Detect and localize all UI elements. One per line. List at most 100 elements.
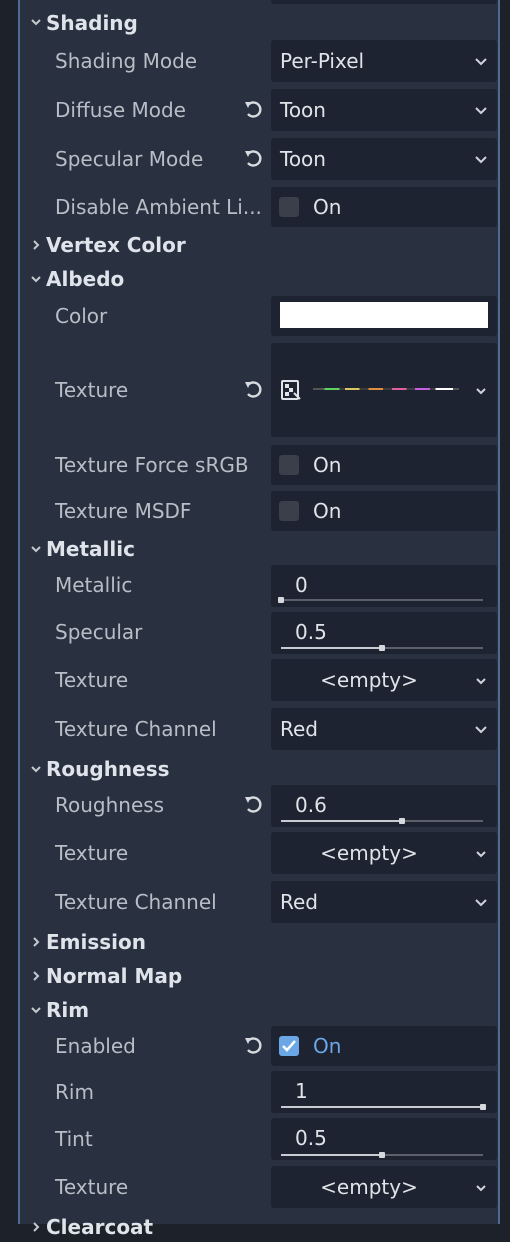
chevron-down-icon: [31, 546, 41, 553]
checkbox-box: [279, 197, 299, 217]
checkmark-icon: [282, 1040, 296, 1052]
property-label: Metallic: [55, 573, 133, 597]
roughness-slider[interactable]: 0.6: [271, 785, 497, 827]
property-label: Diffuse Mode: [55, 98, 186, 122]
section-header-shading[interactable]: Shading: [20, 8, 498, 36]
empty-resource-label: <empty>: [320, 841, 418, 865]
revert-icon[interactable]: [242, 1034, 266, 1058]
section-header-roughness[interactable]: Roughness: [20, 754, 498, 784]
metallic-texture-channel-dropdown[interactable]: Red: [271, 708, 497, 750]
slider-knob[interactable]: [379, 1152, 385, 1158]
top-field-remnant: [271, 0, 497, 4]
property-diffuse-mode: Diffuse Mode Toon: [20, 89, 498, 133]
slider-track: [278, 597, 483, 603]
diffuse-mode-dropdown[interactable]: Toon: [271, 89, 497, 131]
chevron-down-icon: [31, 276, 41, 283]
property-label: Specular: [55, 620, 143, 644]
color-swatch: [280, 302, 488, 328]
slider-knob[interactable]: [379, 645, 385, 651]
checkbox-label: On: [313, 1034, 342, 1058]
section-title: Clearcoat: [46, 1215, 154, 1239]
property-texture-force-srgb: Texture Force sRGB On: [20, 445, 498, 487]
checkbox-box: [279, 501, 299, 521]
slider-knob[interactable]: [480, 1104, 486, 1110]
property-roughness-texture: Texture <empty>: [20, 832, 498, 876]
checkbox-label: On: [313, 499, 342, 523]
property-label: Disable Ambient Li...: [55, 195, 262, 219]
property-roughness: Roughness 0.6: [20, 785, 498, 829]
slider-knob[interactable]: [278, 597, 284, 603]
checkbox-box: [279, 1036, 299, 1056]
revert-icon[interactable]: [242, 793, 266, 817]
property-albedo-color: Color: [20, 296, 498, 338]
albedo-color-picker[interactable]: [271, 296, 497, 336]
chevron-down-icon: [475, 107, 487, 115]
section-title: Emission: [46, 930, 146, 954]
shading-mode-dropdown[interactable]: Per-Pixel: [271, 40, 497, 82]
chevron-down-icon: [31, 19, 41, 26]
material-inspector-panel: Shading Shading Mode Per-Pixel Diffuse M…: [18, 0, 500, 1237]
slider-knob[interactable]: [399, 818, 406, 824]
chevron-right-icon: [33, 971, 40, 981]
checkbox-label: On: [313, 453, 342, 477]
property-label: Color: [55, 304, 108, 328]
specular-mode-dropdown[interactable]: Toon: [271, 138, 497, 180]
slider-value: 0: [295, 573, 308, 597]
slider-value: 1: [295, 1079, 308, 1103]
roughness-texture-picker[interactable]: <empty>: [271, 832, 497, 874]
property-label: Texture MSDF: [55, 499, 192, 523]
dropdown-value: Red: [280, 717, 318, 741]
section-title: Albedo: [46, 267, 125, 291]
slider-fill: [281, 820, 403, 822]
property-albedo-texture: Texture: [20, 343, 498, 439]
property-texture-msdf: Texture MSDF On: [20, 491, 498, 533]
metallic-slider[interactable]: 0: [271, 565, 497, 607]
texture-msdf-checkbox[interactable]: On: [271, 491, 497, 531]
metallic-texture-picker[interactable]: <empty>: [271, 659, 497, 701]
section-header-albedo[interactable]: Albedo: [20, 264, 498, 294]
albedo-texture-picker[interactable]: [271, 343, 497, 437]
empty-resource-label: <empty>: [320, 1175, 418, 1199]
property-label: Texture Force sRGB: [55, 453, 249, 477]
disable-ambient-light-checkbox[interactable]: On: [271, 187, 497, 227]
slider-track: [281, 1104, 486, 1110]
rim-slider[interactable]: 1: [271, 1071, 497, 1113]
section-header-normal-map[interactable]: Normal Map: [20, 961, 498, 991]
specular-slider[interactable]: 0.5: [271, 612, 497, 654]
section-header-rim[interactable]: Rim: [20, 995, 498, 1025]
roughness-texture-channel-dropdown[interactable]: Red: [271, 881, 497, 923]
section-title: Shading: [46, 11, 138, 35]
dropdown-value: Red: [280, 890, 318, 914]
section-header-emission[interactable]: Emission: [20, 927, 498, 957]
rim-texture-picker[interactable]: <empty>: [271, 1166, 497, 1208]
section-title: Roughness: [46, 757, 170, 781]
chevron-down-icon: [475, 58, 487, 66]
chevron-down-icon: [475, 156, 487, 164]
checkbox-label: On: [313, 195, 342, 219]
section-header-metallic[interactable]: Metallic: [20, 534, 498, 564]
chevron-down-icon: [31, 1007, 41, 1014]
property-rim-enabled: Enabled On: [20, 1026, 498, 1068]
section-title: Rim: [46, 998, 90, 1022]
property-label: Texture: [55, 841, 129, 865]
section-header-vertex-color[interactable]: Vertex Color: [20, 230, 498, 260]
chevron-down-icon: [476, 851, 486, 858]
chevron-down-icon: [476, 388, 486, 395]
rim-enabled-checkbox[interactable]: On: [271, 1026, 497, 1066]
rim-tint-slider[interactable]: 0.5: [271, 1118, 497, 1160]
revert-icon[interactable]: [242, 378, 266, 402]
revert-icon[interactable]: [242, 98, 266, 122]
texture-force-srgb-checkbox[interactable]: On: [271, 445, 497, 485]
property-label: Shading Mode: [55, 49, 198, 73]
section-header-clearcoat[interactable]: Clearcoat: [20, 1212, 498, 1242]
property-rim-tint: Tint 0.5: [20, 1118, 498, 1162]
chevron-right-icon: [33, 240, 40, 250]
revert-icon[interactable]: [242, 147, 266, 171]
slider-fill: [281, 1106, 483, 1108]
property-label: Texture: [55, 668, 129, 692]
chevron-down-icon: [476, 678, 486, 685]
slider-fill: [281, 647, 382, 649]
property-label: Texture: [55, 378, 129, 402]
checkbox-box: [279, 455, 299, 475]
empty-resource-label: <empty>: [320, 668, 418, 692]
